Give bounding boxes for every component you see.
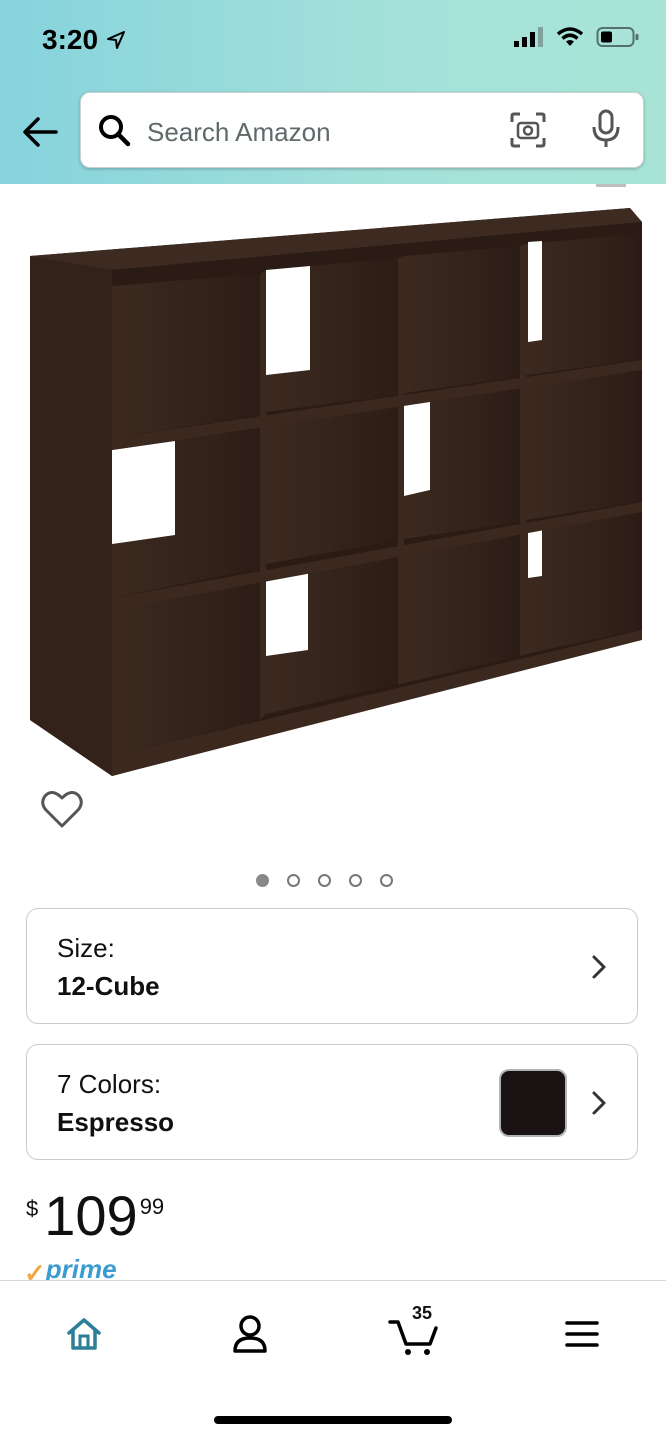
app-header: 3:20 Search Amazon <box>0 0 666 184</box>
clock-text: 3:20 <box>42 24 99 55</box>
size-value: 12-Cube <box>57 971 160 1001</box>
chevron-right-icon <box>592 955 606 979</box>
search-input[interactable]: Search Amazon <box>80 92 644 168</box>
color-label: 7 Colors: <box>57 1069 162 1099</box>
pagination-dot[interactable] <box>256 874 269 887</box>
product-image[interactable] <box>20 200 646 790</box>
price-fraction: 99 <box>139 1194 165 1219</box>
cart-count: 35 <box>412 1303 433 1323</box>
size-label: Size: <box>57 933 115 963</box>
nav-account[interactable] <box>220 1309 280 1359</box>
pagination-dot[interactable] <box>349 874 362 887</box>
wifi-icon <box>556 27 584 46</box>
nav-menu[interactable] <box>552 1309 612 1359</box>
color-swatch[interactable] <box>499 1069 567 1137</box>
microphone-icon[interactable] <box>589 109 623 149</box>
price-currency: $ <box>26 1196 39 1221</box>
home-icon <box>67 1318 101 1350</box>
back-arrow-icon[interactable] <box>20 112 60 152</box>
status-time: 3:20 <box>42 24 126 56</box>
pagination-dot[interactable] <box>318 874 331 887</box>
search-placeholder: Search Amazon <box>147 117 331 147</box>
scroll-indicator <box>596 184 626 187</box>
image-pagination[interactable] <box>256 874 393 887</box>
size-selector[interactable]: Size: 12-Cube <box>26 908 638 1024</box>
location-arrow-icon <box>107 31 126 49</box>
search-icon <box>99 115 131 147</box>
color-value: Espresso <box>57 1107 175 1137</box>
account-icon <box>233 1315 267 1353</box>
status-icons <box>514 26 640 48</box>
price: $ 109 99 <box>26 1188 164 1244</box>
chevron-right-icon <box>592 1091 606 1115</box>
battery-icon <box>596 27 639 47</box>
nav-home[interactable] <box>54 1309 114 1359</box>
camera-scan-icon[interactable] <box>509 111 547 149</box>
menu-icon <box>565 1321 599 1347</box>
heart-icon[interactable] <box>40 788 84 830</box>
signal-icon <box>514 27 543 47</box>
color-selector[interactable]: 7 Colors: Espresso <box>26 1044 638 1160</box>
home-indicator <box>214 1416 452 1424</box>
pagination-dot[interactable] <box>380 874 393 887</box>
price-whole: 109 <box>44 1184 138 1247</box>
pagination-dot[interactable] <box>287 874 300 887</box>
